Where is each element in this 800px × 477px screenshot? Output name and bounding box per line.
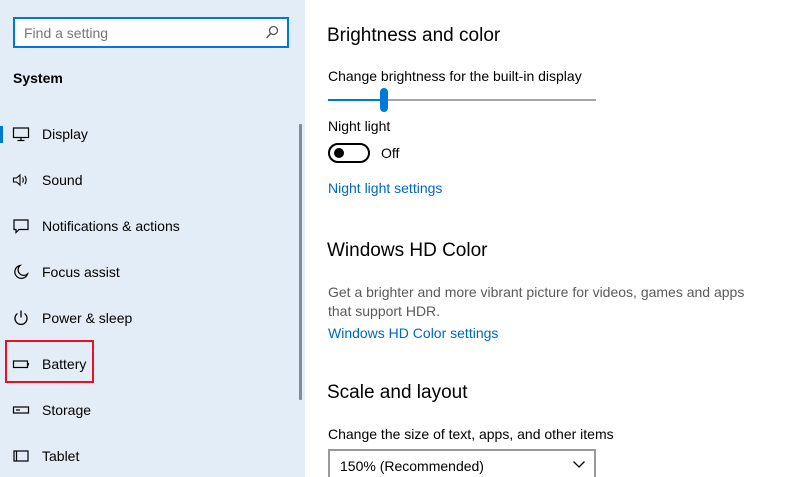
brightness-section-title: Brightness and color — [327, 25, 501, 46]
search-input[interactable] — [15, 19, 287, 46]
hd-color-settings-link[interactable]: Windows HD Color settings — [328, 325, 498, 341]
sidebar-item-tablet[interactable]: Tablet — [0, 436, 300, 476]
power-icon — [12, 309, 30, 327]
scale-dropdown-value: 150% (Recommended) — [340, 458, 484, 474]
main-content: Brightness and color Change brightness f… — [305, 0, 800, 477]
search-box[interactable] — [13, 17, 289, 48]
sidebar-scrollbar[interactable] — [299, 124, 302, 400]
scale-label: Change the size of text, apps, and other… — [328, 426, 614, 442]
night-light-label: Night light — [328, 118, 391, 134]
sidebar-item-label: Display — [42, 126, 88, 142]
search-icon[interactable] — [265, 25, 279, 41]
battery-icon — [12, 355, 30, 373]
slider-thumb[interactable] — [380, 88, 388, 112]
toggle-knob — [334, 148, 344, 158]
notification-icon — [12, 217, 30, 235]
sidebar-item-label: Storage — [42, 402, 92, 418]
sidebar-item-label: Tablet — [42, 448, 80, 464]
sidebar-item-sound[interactable]: Sound — [0, 160, 300, 200]
sidebar-item-label: Notifications & actions — [42, 218, 180, 234]
sidebar-heading: System — [13, 70, 63, 86]
storage-icon — [12, 401, 30, 419]
speaker-icon — [12, 171, 30, 189]
sidebar-item-power-sleep[interactable]: Power & sleep — [0, 298, 300, 338]
scale-section-title: Scale and layout — [327, 382, 468, 403]
sidebar-item-label: Power & sleep — [42, 310, 133, 326]
sidebar: System Display Sound Notifications & act… — [0, 0, 305, 477]
sidebar-item-label: Sound — [42, 172, 83, 188]
sidebar-item-battery[interactable]: Battery — [0, 344, 300, 384]
sidebar-item-focus-assist[interactable]: Focus assist — [0, 252, 300, 292]
monitor-icon — [12, 125, 30, 143]
night-light-settings-link[interactable]: Night light settings — [328, 180, 442, 196]
night-light-state: Off — [381, 145, 400, 161]
hd-color-section-title: Windows HD Color — [327, 240, 488, 261]
brightness-slider-label: Change brightness for the built-in displ… — [328, 68, 582, 84]
brightness-slider[interactable] — [328, 88, 596, 112]
sidebar-item-label: Battery — [42, 356, 87, 372]
slider-track — [384, 99, 596, 101]
scale-dropdown[interactable]: 150% (Recommended) — [328, 449, 596, 477]
tablet-icon — [12, 447, 30, 465]
sidebar-item-notifications[interactable]: Notifications & actions — [0, 206, 300, 246]
night-light-toggle[interactable] — [328, 143, 370, 163]
sidebar-item-storage[interactable]: Storage — [0, 390, 300, 430]
chevron-down-icon — [573, 461, 585, 468]
hd-color-description: Get a brighter and more vibrant picture … — [328, 284, 745, 319]
slider-fill — [328, 99, 384, 101]
sidebar-item-label: Focus assist — [42, 264, 120, 280]
sidebar-item-display[interactable]: Display — [0, 114, 300, 154]
moon-icon — [12, 263, 30, 281]
